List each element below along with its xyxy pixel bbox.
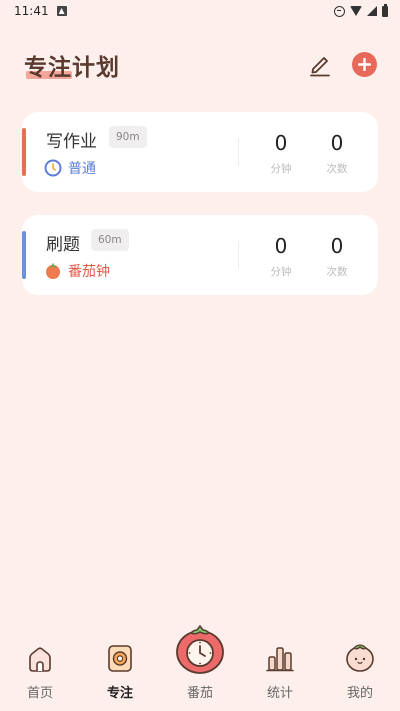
plan-count-value: 0 [330,131,344,155]
clock-icon [44,159,62,177]
tomato-icon [46,263,60,279]
plan-card-homework[interactable]: 写作业 90m 普通 0 分钟 0 次数 [22,112,378,192]
nav-label: 我的 [346,686,373,701]
plan-mode-label: 番茄钟 [68,264,110,280]
plan-minutes-stat: 0 分钟 [256,131,306,176]
plan-accent-bar [22,231,26,279]
tomato-face-icon [346,644,374,672]
status-bar: 11:41 [0,0,400,22]
plan-count-stat: 0 次数 [312,131,362,176]
card-divider [238,138,239,166]
plan-count-stat: 0 次数 [312,234,362,279]
add-plan-button[interactable] [352,52,377,77]
notification-icon [56,6,67,16]
plan-mode: 普通 [44,158,96,178]
nav-item-tomato[interactable]: 番茄 [165,624,235,711]
wifi-icon [350,6,362,16]
plan-minutes-value: 0 [274,234,288,258]
pencil-icon [310,57,330,77]
signal-icon [367,6,377,16]
focus-icon [108,645,132,672]
plan-minutes-label: 分钟 [270,163,292,175]
nav-item-home[interactable]: 首页 [5,628,75,711]
edit-button[interactable] [307,51,333,77]
plus-icon [358,58,371,71]
bar-chart-icon [266,647,294,672]
plan-card-exercises[interactable]: 刷题 60m 番茄钟 0 分钟 0 次数 [22,215,378,295]
plan-mode: 番茄钟 [44,261,110,281]
page-title: 专注计划 [24,55,120,81]
nav-label: 专注 [106,686,133,701]
nav-item-statistics[interactable]: 统计 [245,628,315,711]
plan-accent-bar [22,128,26,176]
battery-icon [382,3,388,17]
header: 专注计划 [24,48,380,84]
plan-minutes-stat: 0 分钟 [256,234,306,279]
plan-duration-badge: 90m [109,126,147,148]
nav-item-focus[interactable]: 专注 [85,628,155,711]
do-not-disturb-icon [334,5,345,17]
plan-minutes-label: 分钟 [270,266,292,278]
house-icon [29,647,51,672]
plan-name: 写作业 [46,132,97,152]
status-time: 11:41 [14,4,49,18]
plan-name: 刷题 [46,235,80,255]
plan-duration-badge: 60m [91,229,129,251]
tomato-clock-icon [176,624,224,674]
plan-minutes-value: 0 [274,131,288,155]
nav-item-mine[interactable]: 我的 [325,628,395,711]
card-divider [238,241,239,269]
nav-label: 统计 [266,686,293,701]
plan-count-value: 0 [330,234,344,258]
plan-count-label: 次数 [326,266,348,278]
nav-label: 番茄 [186,686,213,701]
bottom-nav: 首页 专注 番茄 统计 我的 [0,624,400,711]
nav-label: 首页 [26,686,53,701]
plan-mode-label: 普通 [68,161,96,177]
plan-count-label: 次数 [326,163,348,175]
